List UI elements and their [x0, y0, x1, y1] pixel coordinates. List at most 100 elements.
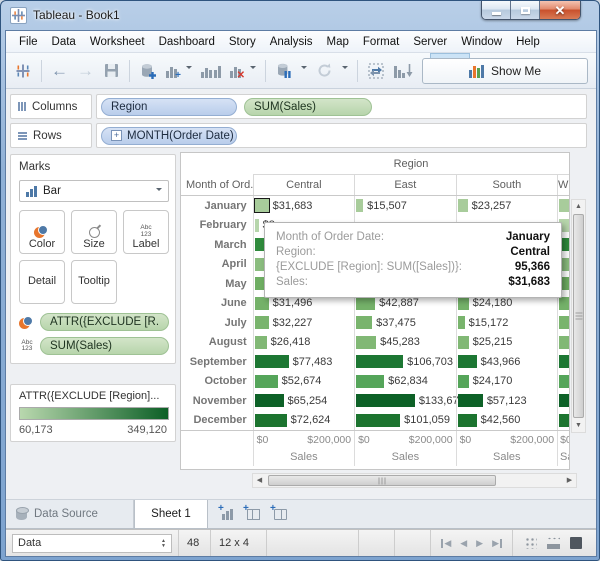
maximize-button[interactable] — [511, 1, 540, 19]
clear-sheet-icon[interactable]: ✕ — [230, 64, 245, 80]
chart-cell-central-december[interactable]: $72,624 — [252, 410, 354, 430]
duplicate-sheet-icon[interactable] — [201, 64, 221, 78]
expand-icon[interactable]: + — [111, 130, 122, 141]
new-story-tab-icon[interactable]: + — [270, 503, 287, 520]
bar-mark[interactable] — [457, 413, 477, 427]
bar-mark[interactable] — [559, 394, 569, 408]
scroll-down-icon[interactable]: ▼ — [572, 419, 585, 432]
tiles-view-icon[interactable] — [525, 537, 537, 549]
menu-dashboard[interactable]: Dashboard — [152, 33, 222, 51]
bar-mark[interactable] — [356, 199, 364, 213]
pill-sum-sales-columns[interactable]: SUM(Sales) — [244, 97, 372, 116]
chart-cell-east-october[interactable]: $62,834 — [354, 371, 455, 391]
menu-map[interactable]: Map — [320, 33, 356, 51]
bar-mark[interactable] — [457, 199, 468, 213]
chart-cell-west-clipped[interactable] — [557, 410, 569, 430]
bar-mark[interactable] — [253, 198, 270, 214]
bar-mark[interactable] — [356, 335, 377, 349]
bar-mark[interactable] — [254, 355, 289, 369]
tab-sheet1[interactable]: Sheet 1 — [134, 500, 208, 528]
chart-cell-east-august[interactable]: $45,283 — [354, 332, 455, 352]
chart-cell-south-november[interactable]: $57,123 — [455, 391, 557, 411]
bar-mark[interactable] — [356, 316, 373, 330]
pane-selector[interactable]: Data ▲ ▼ — [12, 533, 172, 553]
size-button[interactable]: Size — [71, 210, 117, 254]
bar-mark[interactable] — [356, 355, 404, 369]
swap-axes-icon[interactable] — [367, 62, 385, 80]
legend-gradient[interactable] — [19, 407, 169, 420]
menu-help[interactable]: Help — [509, 33, 547, 51]
bar-mark[interactable] — [457, 374, 469, 388]
bar-mark[interactable] — [559, 413, 569, 427]
bar-mark[interactable] — [457, 394, 483, 408]
chart-cell-west-clipped[interactable] — [557, 371, 569, 391]
tableau-logo-icon[interactable] — [14, 62, 32, 80]
color-button[interactable]: Color — [19, 210, 65, 254]
chart-cell-south-january[interactable]: $23,257 — [455, 196, 557, 216]
chart-cell-east-december[interactable]: $101,059 — [354, 410, 455, 430]
chart-cell-south-august[interactable]: $25,215 — [455, 332, 557, 352]
chart-cell-west-clipped[interactable] — [557, 196, 569, 216]
grid-view-icon[interactable] — [547, 537, 560, 549]
mark-type-dropdown[interactable]: Bar — [19, 180, 169, 202]
menu-story[interactable]: Story — [222, 33, 263, 51]
bar-mark[interactable] — [254, 218, 259, 232]
chart-cell-west-clipped[interactable] — [557, 332, 569, 352]
bar-mark[interactable] — [559, 316, 569, 330]
first-page-icon[interactable]: ◀ — [441, 538, 451, 549]
bar-mark[interactable] — [356, 374, 385, 388]
minimize-button[interactable] — [482, 1, 511, 19]
previous-page-icon[interactable]: ◀ — [460, 538, 467, 549]
bar-mark[interactable] — [254, 335, 267, 349]
bar-mark[interactable] — [356, 296, 376, 310]
bar-mark[interactable] — [559, 199, 569, 213]
chart-cell-west-clipped[interactable] — [557, 391, 569, 411]
menu-server[interactable]: Server — [406, 33, 454, 51]
bar-mark[interactable] — [559, 374, 569, 388]
bar-mark[interactable] — [355, 394, 415, 408]
vertical-scroll-thumb[interactable] — [573, 214, 584, 418]
bar-mark[interactable] — [559, 355, 569, 369]
chart-cell-west-clipped[interactable] — [557, 352, 569, 372]
bar-mark[interactable] — [254, 296, 269, 310]
tab-data-source[interactable]: Data Source — [6, 500, 134, 528]
show-me-button[interactable]: Show Me — [422, 57, 588, 84]
bar-mark[interactable] — [254, 394, 284, 408]
bar-mark[interactable] — [356, 413, 401, 427]
columns-shelf[interactable]: Region SUM(Sales) — [96, 94, 587, 119]
pause-updates-icon[interactable] — [275, 62, 292, 79]
chart-cell-central-august[interactable]: $26,418 — [252, 332, 354, 352]
save-icon[interactable] — [103, 62, 120, 79]
scroll-right-icon[interactable]: ▶ — [563, 474, 576, 487]
pill-sum-sales-marks[interactable]: SUM(Sales) — [40, 337, 169, 355]
scroll-up-icon[interactable]: ▲ — [572, 200, 585, 213]
new-sheet-dropdown-caret[interactable] — [186, 65, 192, 72]
last-page-icon[interactable]: ▶ — [492, 538, 502, 549]
bar-mark[interactable] — [559, 296, 569, 310]
undo-back-icon[interactable]: ← — [51, 62, 68, 79]
chart-cell-central-july[interactable]: $32,227 — [252, 313, 354, 333]
horizontal-scroll-thumb[interactable] — [268, 475, 496, 486]
next-page-icon[interactable]: ▶ — [476, 538, 483, 549]
bar-mark[interactable] — [457, 355, 477, 369]
pill-region[interactable]: Region — [101, 97, 237, 116]
chart-cell-west-clipped[interactable] — [557, 313, 569, 333]
chart-cell-south-july[interactable]: $15,172 — [455, 313, 557, 333]
refresh-icon[interactable] — [316, 62, 333, 79]
bar-mark[interactable] — [457, 316, 465, 330]
horizontal-scrollbar[interactable]: ◀ ▶ — [252, 473, 577, 488]
new-datasource-icon[interactable] — [139, 62, 157, 80]
chart-cell-south-october[interactable]: $24,170 — [455, 371, 557, 391]
new-worksheet-icon[interactable]: + — [166, 64, 181, 80]
menu-file[interactable]: File — [12, 33, 45, 51]
chart-cell-east-november[interactable]: $133,674 — [353, 391, 465, 411]
updates-dropdown-caret[interactable] — [301, 65, 307, 72]
bar-mark[interactable] — [254, 413, 287, 427]
single-view-icon[interactable] — [570, 537, 582, 549]
chart-cell-central-september[interactable]: $77,483 — [252, 352, 354, 372]
color-legend-card[interactable]: ATTR({EXCLUDE [Region]... 60,173 349,120 — [10, 384, 176, 442]
menu-data[interactable]: Data — [45, 33, 83, 51]
menu-worksheet[interactable]: Worksheet — [83, 33, 152, 51]
bar-mark[interactable] — [457, 296, 469, 310]
chart-cell-east-july[interactable]: $37,475 — [354, 313, 455, 333]
